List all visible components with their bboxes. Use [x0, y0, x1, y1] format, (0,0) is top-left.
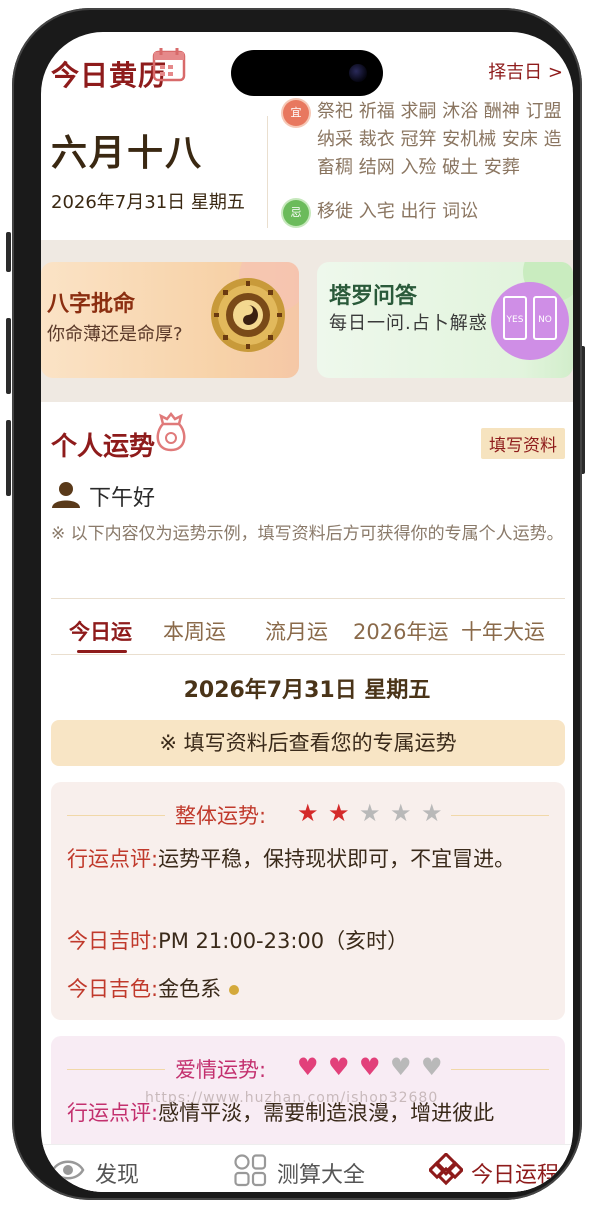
promo-section: 八字批命 你命薄还是命厚? 塔罗问答 每日一问.占卜解惑 YES NO: [41, 240, 573, 402]
dynamic-island: [231, 50, 383, 96]
fortune-tabs: 今日运 本周运 流月运 2026年运 十年大运: [51, 610, 565, 656]
calendar-icon: [152, 48, 186, 82]
volume-down-button: [6, 420, 11, 496]
tab-decade[interactable]: 十年大运: [461, 616, 545, 646]
divider: [51, 654, 565, 655]
ji-row: 忌 移徙 入宅 出行 词讼: [283, 198, 567, 226]
tarot-card[interactable]: 塔罗问答 每日一问.占卜解惑 YES NO: [317, 262, 573, 378]
bottom-nav: 发现 测算大全 今日运程: [41, 1144, 573, 1192]
nav-calculators-label: 测算大全: [277, 1163, 366, 1188]
phone-frame: 今日黄历 择吉日 > 六月十八 2026年7月31日 星期五 宜 祭祀 祈福 求…: [12, 8, 582, 1200]
tarot-subtitle: 每日一问.占卜解惑: [329, 313, 488, 334]
nav-today-fortune[interactable]: 今日运程: [429, 1153, 573, 1188]
lucky-color-value: 金色系: [158, 977, 222, 1001]
nav-discover-label: 发现: [95, 1163, 140, 1188]
grid-icon: [234, 1154, 267, 1187]
yi-activities: 祭祀 祈福 求嗣 沐浴 酬神 订盟 纳采 裁衣 冠笄 安机械 安床 造畜稠 结网…: [317, 101, 562, 178]
nav-discover[interactable]: 发现: [51, 1153, 171, 1188]
lucky-time: 今日吉时:PM 21:00-23:00（亥时）: [67, 924, 553, 958]
tab-year[interactable]: 2026年运: [353, 616, 448, 646]
tarot-cards-image: YES NO: [491, 282, 569, 360]
bazi-subtitle: 你命薄还是命厚?: [47, 324, 183, 345]
fill-profile-button[interactable]: 填写资料: [481, 428, 565, 459]
active-tab-indicator: [77, 650, 127, 653]
tab-today[interactable]: 今日运: [69, 616, 132, 646]
lucky-time-key: 今日吉时:: [67, 929, 159, 953]
overall-header: 整体运势: ★ ★ ★ ★ ★: [51, 800, 565, 830]
lunar-date: 六月十八: [51, 133, 204, 174]
ji-badge: 忌: [283, 200, 309, 226]
heart-icon-empty: ♥: [421, 1053, 443, 1081]
chinese-knot-icon: [429, 1153, 463, 1186]
tarot-card-no: NO: [533, 296, 557, 340]
review-value: 运势平稳，保持现状即可，不宜冒进。: [158, 847, 516, 871]
divider: [67, 815, 165, 816]
select-auspicious-day-link[interactable]: 择吉日 >: [488, 58, 563, 84]
tab-month[interactable]: 流月运: [265, 616, 328, 646]
yi-row: 宜 祭祀 祈福 求嗣 沐浴 酬神 订盟 纳采 裁衣 冠笄 安机械 安床 造畜稠 …: [283, 98, 567, 182]
today-date-block: 六月十八 2026年7月31日 星期五: [51, 124, 267, 214]
star-icon-empty: ★: [359, 799, 381, 827]
section-title: 个人运势: [51, 432, 156, 462]
overall-label: 整体运势:: [175, 804, 267, 828]
star-icon-empty: ★: [390, 799, 412, 827]
bazi-title: 八字批命: [47, 292, 136, 317]
divider: [267, 116, 268, 228]
star-icon-filled: ★: [297, 799, 319, 827]
divider: [451, 1069, 549, 1070]
nav-today-fortune-label: 今日运程: [471, 1163, 560, 1188]
heart-icon-empty: ♥: [390, 1053, 412, 1081]
lucky-color-swatch: [229, 985, 240, 995]
sample-notice: ※ 以下内容仅为运势示例，填写资料后方可获得你的专属个人运势。: [51, 524, 564, 544]
user-icon: [52, 482, 80, 508]
lucky-color-key: 今日吉色:: [67, 977, 159, 1001]
ji-activities: 移徙 入宅 出行 词讼: [317, 201, 479, 222]
fill-profile-banner[interactable]: ※ 填写资料后查看您的专属运势: [51, 720, 565, 766]
divider: [67, 1069, 165, 1070]
tarot-card-yes: YES: [503, 296, 527, 340]
eye-icon: [51, 1160, 85, 1180]
lucky-time-value: PM 21:00-23:00（亥时）: [158, 929, 409, 953]
fortune-date: 2026年7月31日 星期五: [183, 678, 431, 703]
tab-week[interactable]: 本周运: [163, 616, 226, 646]
overall-review: 行运点评:运势平稳，保持现状即可，不宜冒进。: [67, 842, 553, 876]
solar-date: 2026年7月31日 星期五: [51, 192, 245, 213]
heart-icon-filled: ♥: [297, 1053, 319, 1081]
bagua-compass-image: [211, 278, 285, 352]
mute-switch: [6, 232, 11, 272]
star-icon-empty: ★: [421, 799, 443, 827]
love-label: 爱情运势:: [175, 1058, 267, 1082]
front-camera: [349, 64, 367, 82]
star-icon-filled: ★: [328, 799, 350, 827]
tarot-title: 塔罗问答: [329, 284, 418, 309]
bazi-card[interactable]: 八字批命 你命薄还是命厚?: [41, 262, 299, 378]
divider: [451, 815, 549, 816]
volume-up-button: [6, 318, 11, 394]
almanac-yi-ji[interactable]: 宜 祭祀 祈福 求嗣 沐浴 酬神 订盟 纳采 裁衣 冠笄 安机械 安床 造畜稠 …: [283, 98, 567, 226]
heart-icon-filled: ♥: [359, 1053, 381, 1081]
heart-icon-filled: ♥: [328, 1053, 350, 1081]
divider: [51, 598, 565, 599]
love-header: 爱情运势: ♥ ♥ ♥ ♥ ♥: [51, 1054, 565, 1084]
review-key: 行运点评:: [67, 847, 159, 871]
watermark: https://www.huzhan.com/ishop32680: [145, 1090, 439, 1106]
nav-calculators[interactable]: 测算大全: [233, 1153, 383, 1188]
lucky-color: 今日吉色:金色系: [67, 972, 553, 1006]
yi-badge: 宜: [283, 100, 309, 126]
lucky-bag-icon: [156, 411, 186, 452]
greeting-text: 下午好: [89, 486, 156, 511]
app-screen: 今日黄历 择吉日 > 六月十八 2026年7月31日 星期五 宜 祭祀 祈福 求…: [41, 32, 573, 1192]
overall-fortune-card: 整体运势: ★ ★ ★ ★ ★ 行运点评:运势平稳，保持现状即可，不宜冒进。 今日吉时:…: [51, 782, 565, 1020]
